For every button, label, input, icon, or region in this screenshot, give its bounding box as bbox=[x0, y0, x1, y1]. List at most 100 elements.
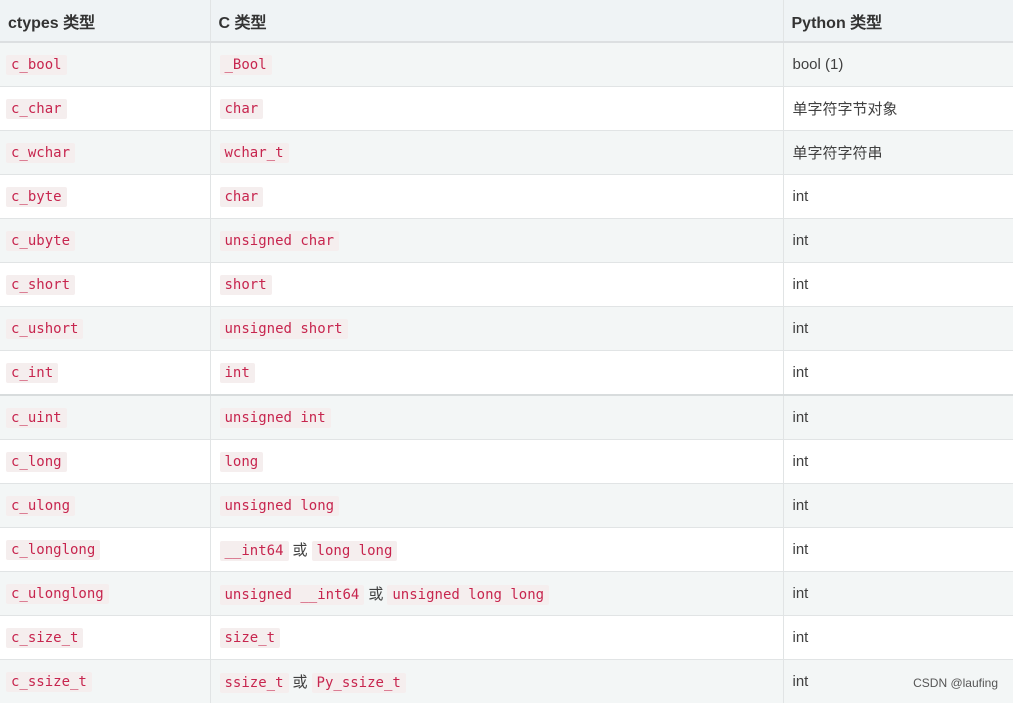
ctypes-name: c_ubyte bbox=[6, 231, 75, 251]
ctypes-name: c_long bbox=[6, 452, 67, 472]
or-separator: 或 bbox=[289, 542, 312, 559]
c-type-code: long long bbox=[312, 541, 398, 561]
c-type-cell: size_t bbox=[210, 616, 783, 660]
ctypes-name: c_uint bbox=[6, 408, 67, 428]
ctypes-cell: c_long bbox=[0, 440, 210, 484]
table-row: c_ulong unsigned long int bbox=[0, 484, 1013, 528]
ctypes-cell: c_char bbox=[0, 87, 210, 131]
c-type-code: ssize_t bbox=[220, 673, 289, 693]
c-type-code: long bbox=[220, 452, 264, 472]
ctypes-name: c_ushort bbox=[6, 319, 83, 339]
c-type-cell: long bbox=[210, 440, 783, 484]
c-type-code: unsigned char bbox=[220, 231, 340, 251]
c-type-cell: wchar_t bbox=[210, 131, 783, 175]
ctypes-cell: c_byte bbox=[0, 175, 210, 219]
c-type-cell: ssize_t或Py_ssize_t bbox=[210, 660, 783, 703]
python-type-cell: int bbox=[783, 263, 1013, 307]
ctypes-table: ctypes 类型 C 类型 Python 类型 c_bool _Bool bool… bbox=[0, 0, 1013, 703]
table-row: c_byte char int bbox=[0, 175, 1013, 219]
python-type-cell: int bbox=[783, 307, 1013, 351]
table-row: c_uint unsigned int int bbox=[0, 395, 1013, 440]
table-row: c_char char 单字符字节对象 bbox=[0, 87, 1013, 131]
ctypes-name: c_byte bbox=[6, 187, 67, 207]
ctypes-cell: c_size_t bbox=[0, 616, 210, 660]
table-row: c_ushort unsigned short int bbox=[0, 307, 1013, 351]
python-type-cell: int bbox=[783, 175, 1013, 219]
header-python-type: Python 类型 bbox=[783, 0, 1013, 42]
c-type-cell: unsigned long bbox=[210, 484, 783, 528]
c-type-code: char bbox=[220, 187, 264, 207]
table-row: c_longlong__int64或long longint bbox=[0, 528, 1013, 572]
ctypes-cell: c_ulonglong bbox=[0, 572, 210, 616]
ctypes-cell: c_ulong bbox=[0, 484, 210, 528]
ctypes-name: c_int bbox=[6, 363, 58, 383]
ctypes-cell: c_int bbox=[0, 351, 210, 396]
c-type-code: _Bool bbox=[220, 55, 272, 75]
python-type-cell: int bbox=[783, 219, 1013, 263]
table-row: c_ulonglong unsigned __int64或unsigned lon… bbox=[0, 572, 1013, 616]
table-row: c_wchar wchar_t 单字符字符串 bbox=[0, 131, 1013, 175]
ctypes-name: c_ulong bbox=[6, 496, 75, 516]
ctypes-cell: c_uint bbox=[0, 395, 210, 440]
c-type-code: unsigned __int64 bbox=[220, 585, 365, 605]
ctypes-cell: c_ubyte bbox=[0, 219, 210, 263]
ctypes-name: c_size_t bbox=[6, 628, 83, 648]
header-ctypes: ctypes 类型 bbox=[0, 0, 210, 42]
python-type-cell: 单字符字节对象 bbox=[783, 87, 1013, 131]
ctypes-name: c_ulonglong bbox=[6, 584, 109, 604]
header-c-type: C 类型 bbox=[210, 0, 783, 42]
table-row: c_short short int bbox=[0, 263, 1013, 307]
python-type-cell: 单字符字符串 bbox=[783, 131, 1013, 175]
table-row: c_bool _Bool bool (1) bbox=[0, 42, 1013, 87]
ctypes-name: c_short bbox=[6, 275, 75, 295]
ctypes-cell: c_short bbox=[0, 263, 210, 307]
python-type-cell: int bbox=[783, 528, 1013, 572]
c-type-code: int bbox=[220, 363, 255, 383]
c-type-code: short bbox=[220, 275, 272, 295]
c-type-cell: int bbox=[210, 351, 783, 396]
ctypes-cell: c_wchar bbox=[0, 131, 210, 175]
table-row: c_ubyte unsigned char int bbox=[0, 219, 1013, 263]
c-type-cell: short bbox=[210, 263, 783, 307]
ctypes-name: c_bool bbox=[6, 55, 67, 75]
header-row: ctypes 类型 C 类型 Python 类型 bbox=[0, 0, 1013, 42]
c-type-cell: unsigned short bbox=[210, 307, 783, 351]
c-type-cell: _Bool bbox=[210, 42, 783, 87]
c-type-code: unsigned long long bbox=[387, 585, 549, 605]
c-type-code: size_t bbox=[220, 628, 281, 648]
python-type-cell: int bbox=[783, 484, 1013, 528]
python-type-cell: int bbox=[783, 572, 1013, 616]
c-type-code: unsigned long bbox=[220, 496, 340, 516]
c-type-cell: __int64或long long bbox=[210, 528, 783, 572]
c-type-cell: unsigned __int64或unsigned long long bbox=[210, 572, 783, 616]
c-type-code: Py_ssize_t bbox=[312, 673, 406, 693]
python-type-cell: int bbox=[783, 395, 1013, 440]
c-type-code: __int64 bbox=[220, 541, 289, 561]
c-type-cell: char bbox=[210, 87, 783, 131]
ctypes-cell: c_longlong bbox=[0, 528, 210, 572]
python-type-cell: bool (1) bbox=[783, 42, 1013, 87]
table-row: c_size_t size_t int bbox=[0, 616, 1013, 660]
ctypes-cell: c_ssize_t bbox=[0, 660, 210, 703]
watermark: CSDN @laufing bbox=[913, 676, 998, 690]
ctypes-name: c_longlong bbox=[6, 540, 100, 560]
c-type-code: wchar_t bbox=[220, 143, 289, 163]
table-row: c_ssize_tssize_t或Py_ssize_tint bbox=[0, 660, 1013, 703]
python-type-cell: int bbox=[783, 616, 1013, 660]
c-type-cell: char bbox=[210, 175, 783, 219]
c-type-cell: unsigned int bbox=[210, 395, 783, 440]
or-separator: 或 bbox=[364, 586, 387, 603]
table-row: c_int int int bbox=[0, 351, 1013, 396]
c-type-code: unsigned short bbox=[220, 319, 348, 339]
ctypes-cell: c_bool bbox=[0, 42, 210, 87]
ctypes-name: c_char bbox=[6, 99, 67, 119]
table-row: c_long long int bbox=[0, 440, 1013, 484]
c-type-code: char bbox=[220, 99, 264, 119]
or-separator: 或 bbox=[289, 674, 312, 691]
c-type-cell: unsigned char bbox=[210, 219, 783, 263]
ctypes-name: c_wchar bbox=[6, 143, 75, 163]
python-type-cell: int bbox=[783, 351, 1013, 396]
ctypes-cell: c_ushort bbox=[0, 307, 210, 351]
python-type-cell: int bbox=[783, 440, 1013, 484]
c-type-code: unsigned int bbox=[220, 408, 331, 428]
